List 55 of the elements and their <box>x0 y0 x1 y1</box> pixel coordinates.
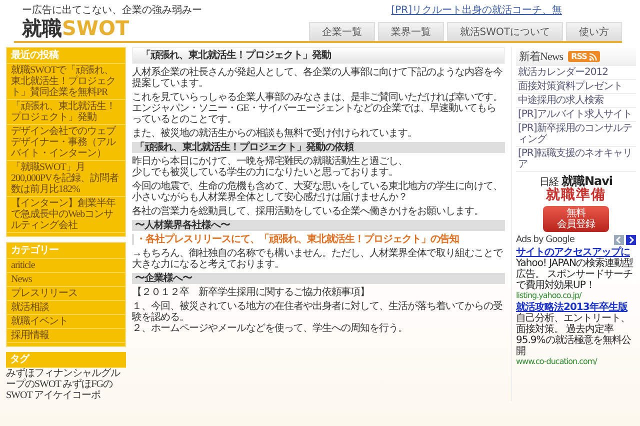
article-paragraph: 各社の営業力を総動員して、採用活動をしている企業へ働きかけをお願いします。 <box>132 206 484 217</box>
highlight-line: ・各社プレスリリースにて、「頑張れ、東北就活生！プロジェクト」の告知 <box>132 234 505 245</box>
article-paragraph: １、今回、被災されている地方の在住者や出身者に対して、生活が落ち着いてからの受験を認める。 ２、ホームページやメールなどを使って、学生への周知を行う。 <box>132 301 504 334</box>
headline-link[interactable]: 面接対策資料プレゼント <box>516 80 636 94</box>
feed-icon <box>588 52 597 60</box>
article-title: 「頑張れ、東北就活生！プロジェクト」発動 <box>132 47 505 64</box>
article-paragraph: 【２０１２卒 新卒学生採用に関するご協力依頼事項】 <box>132 287 370 298</box>
site-logo[interactable]: 就職SWOT <box>22 17 130 39</box>
recent-post-link[interactable]: 「頑張れ、東北就活生！プロジェクト」発動 <box>7 100 125 125</box>
panel-title: タグ <box>6 352 126 368</box>
section-heading: 〜人材業界各社様へ〜 <box>132 220 505 231</box>
recent-post-link[interactable]: デザイン会社でのウェブデザイナー・事務（アルバイト・インターン） <box>7 125 125 161</box>
ads-label: Ads by Google <box>516 234 574 245</box>
recent-post-link[interactable]: 【インターン】創業半年で急成長中のWebコンサルティング会社 <box>7 197 125 233</box>
recent-post-link[interactable]: 就職SWOTで「頑張れ、東北就活生！プロジェクト」賛同企業を無料PR <box>7 64 125 100</box>
brand-label: 日経 <box>539 177 558 188</box>
recent-post-link[interactable]: 「就職SWOT」月200,000PVを記録、訪問者数は前月比182% <box>7 161 125 197</box>
category-link[interactable]: プレスリリース <box>7 287 125 301</box>
pr-link[interactable]: [PR]リクルート出身の就活コーチ、無 <box>391 3 562 17</box>
headline-link[interactable]: 就活カレンダー2012 <box>516 66 636 80</box>
article-paragraph: また、被災地の就活生からの相談も無料で受け付けられています。 <box>132 128 418 139</box>
section-heading: 「頑張れ、東北就活生！プロジェクト」発動の依頼 <box>132 142 505 153</box>
category-link[interactable]: 就職イベント <box>7 315 125 329</box>
ad-url[interactable]: www.co-ducation.com/ <box>516 356 636 366</box>
article-paragraph: 今回の地震で、生命の危機も含めて、大変な思いをしている東北地方の学生に向けて、小さいながらも人材業界全体として安心感だけは届けませんか？ <box>132 181 504 203</box>
headline-link[interactable]: 中途採用の求人検索 <box>516 94 636 108</box>
promo-headline: 就職準備 <box>546 188 606 204</box>
ad-text: Yahoo! JAPANの検索連動型広告。 スポンサードサーチで費用対効果UP！ <box>516 258 634 291</box>
category-link[interactable]: 就活相談 <box>7 301 125 315</box>
next-icon[interactable] <box>626 234 636 245</box>
article-paragraph: これを見ていらっしゃる企業人事部のみなさまは、是非ご賛同いただければ幸いです。 エンジャパン・ソニー・GE・サイバーエージェントなどの企業では、早速動いてもらっているとのことです。 <box>132 92 504 125</box>
register-button[interactable]: 無料 会員登録 <box>543 206 609 232</box>
nav-tab[interactable]: 業界一覧 <box>378 22 444 41</box>
nav-tab[interactable]: 企業一覧 <box>308 22 375 41</box>
article-paragraph: 昨日から本日にかけて、一晩を帰宅難民の就職活動生と過ごし、 少しでも被災している学生の力になりたいと思っております。 <box>132 156 408 178</box>
nav-tab[interactable]: 使い方 <box>566 22 622 41</box>
brand-logo: 就職Navi <box>561 175 613 188</box>
category-link[interactable]: ariticle <box>7 259 125 273</box>
article-paragraph: 人材系企業の社長さんが発起人として、各企業の人事部に向けて下記のような内容を今提案しています。 <box>132 67 504 89</box>
site-tagline: ー広告に出てこない、企業の強み弱みー <box>22 5 202 17</box>
tag-list: みずほフィナンシャルグループのSWOT みずほFGのSWOT アイケイコーポ <box>6 368 126 401</box>
article-paragraph: →もちろん、御社独自の名称でも構いません。ただし、人材業界全体で取り組むことで 大きな力になると考えております。 <box>132 248 504 270</box>
headline-link[interactable]: [PR]アルバイト求人サイト <box>516 108 636 122</box>
headline-link[interactable]: [PR]転職支援のネオキャリア <box>516 147 636 172</box>
news-title: 新着News <box>519 50 564 64</box>
section-heading: 〜企業様へ〜 <box>132 273 505 284</box>
panel-title: 最近の投稿 <box>7 48 125 64</box>
nav-tab[interactable]: 就活SWOTについて <box>446 22 563 41</box>
category-link[interactable]: News <box>7 273 125 287</box>
panel-title: カテゴリー <box>7 243 125 259</box>
ad-text: 自己分析、エントリート、面接対策。 過去内定率95.9%の就活極意を無料公開 <box>516 312 632 357</box>
category-link[interactable]: 採用情報 <box>7 329 125 343</box>
ad-url[interactable]: listing.yahoo.co.jp/ <box>516 290 636 300</box>
headline-link[interactable]: [PR]新卒採用のコンサルティング <box>516 122 636 147</box>
ad-title-link[interactable]: 就活攻略法2013年卒生版 <box>516 302 636 313</box>
